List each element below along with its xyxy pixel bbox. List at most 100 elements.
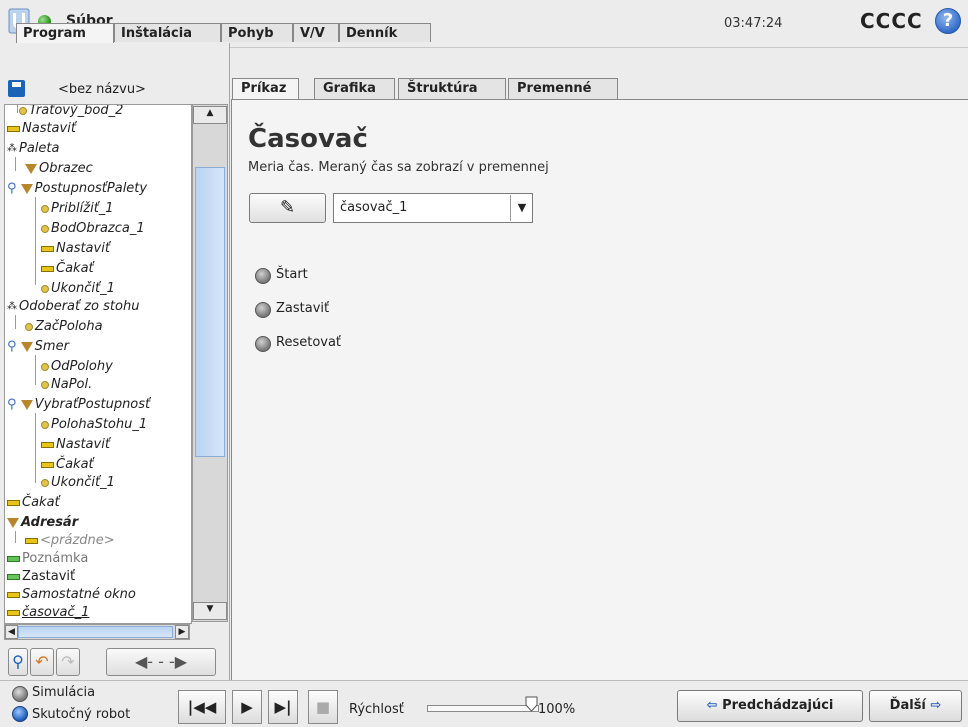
tree-node[interactable]: ⁂ Odoberať zo stohu	[7, 297, 139, 317]
play-icon[interactable]: ▶	[232, 690, 262, 724]
tree-node[interactable]: Nastaviť	[41, 239, 110, 259]
save-icon[interactable]	[8, 80, 25, 97]
speed-slider-knob[interactable]	[525, 696, 538, 712]
expand-icon[interactable]: ⚲	[7, 397, 17, 412]
tree-node[interactable]: Zastaviť	[7, 567, 75, 587]
tree-node[interactable]: Nastaviť	[7, 119, 76, 139]
tree-node[interactable]: Priblížiť_1	[41, 199, 114, 219]
scroll-right-icon[interactable]: ▶	[175, 625, 189, 639]
wait-icon	[41, 265, 54, 272]
timer-variable-value: časovač_1	[340, 200, 408, 215]
tab-io[interactable]: V/V	[293, 23, 339, 42]
start-radio-label: Štart	[276, 267, 308, 282]
move-node-icon[interactable]: ◀- - -▶	[106, 648, 216, 676]
speed-slider[interactable]	[427, 705, 539, 712]
tree-node[interactable]: ZačPoloha	[25, 317, 103, 337]
tree-node-selected[interactable]: časovač_1	[7, 603, 89, 623]
scroll-left-icon[interactable]: ◀	[5, 625, 18, 639]
previous-button[interactable]: ⇦ Predchádzajúci	[677, 690, 863, 722]
popup-icon	[7, 591, 20, 598]
tree-node-label: Čakať	[56, 261, 94, 276]
tree-node[interactable]: Poznámka	[7, 549, 88, 569]
skip-back-icon[interactable]: |◀◀	[178, 690, 226, 724]
tree-node-label: Ukončiť_1	[51, 281, 115, 296]
direction-icon	[20, 341, 33, 352]
stop-icon[interactable]: ■	[308, 690, 338, 724]
tree-node-label: Zastaviť	[22, 569, 76, 584]
tree-node[interactable]: ⁂ Paleta	[7, 139, 59, 159]
arrow-right-icon: ⇨	[930, 698, 942, 713]
tree-node[interactable]: ⚲ PostupnosťPalety	[7, 179, 147, 199]
tab-installation[interactable]: Inštalácia	[114, 23, 221, 42]
undo-icon[interactable]: ↶	[30, 648, 54, 676]
tree-node-label: Priblížiť_1	[51, 201, 114, 216]
sequence-icon	[20, 183, 33, 194]
wait-icon	[7, 499, 20, 506]
robot-name: CCCC	[860, 9, 923, 33]
simulation-label: Simulácia	[32, 685, 96, 700]
tree-node[interactable]: Čakať	[7, 493, 60, 513]
tree-node[interactable]: BodObrazca_1	[41, 219, 145, 239]
tree-node[interactable]: Ukončiť_1	[41, 279, 115, 299]
tree-hscroll-thumb[interactable]	[18, 626, 173, 638]
search-icon[interactable]: ⚲	[8, 648, 28, 676]
page-title: Časovač	[248, 124, 368, 154]
tab-variables[interactable]: Premenné	[508, 78, 618, 99]
pattern-icon	[25, 163, 37, 174]
tree-node[interactable]: Samostatné okno	[7, 585, 136, 605]
tree-node-label: Poznámka	[22, 551, 89, 566]
tree-node[interactable]: NaPol.	[41, 375, 92, 395]
tree-node[interactable]: Obrazec	[25, 159, 93, 179]
tree-node-label: <prázdne>	[40, 533, 115, 548]
tree-scroll-thumb[interactable]	[195, 167, 225, 457]
tree-node[interactable]: PolohaStohu_1	[41, 415, 147, 435]
tree-node-label: BodObrazca_1	[51, 221, 145, 236]
tree-node-label: Čakať	[22, 495, 60, 510]
tree-node-label: Adresár	[21, 515, 79, 530]
tree-node-label: časovač_1	[22, 605, 90, 620]
step-forward-icon[interactable]: ▶|	[268, 690, 298, 724]
tab-move[interactable]: Pohyb	[221, 23, 293, 42]
tree-node[interactable]: Nastaviť	[41, 435, 110, 455]
help-icon[interactable]: ?	[935, 8, 961, 34]
pallet-icon: ⁂	[7, 143, 17, 154]
tree-node-label: PostupnosťPalety	[34, 181, 148, 196]
tree-node[interactable]: Adresár	[7, 513, 78, 533]
tab-log[interactable]: Denník	[339, 23, 431, 42]
redo-icon[interactable]: ↷	[56, 648, 80, 676]
tree-node-label: Nastaviť	[56, 241, 110, 256]
tree-node[interactable]: OdPolohy	[41, 357, 113, 377]
tab-structure[interactable]: Štruktúra	[398, 78, 506, 99]
reset-radio[interactable]	[255, 336, 271, 352]
tree-node-label: NaPol.	[51, 377, 93, 392]
reset-radio-label: Resetovať	[276, 335, 342, 350]
tree-node[interactable]: ⚲ VybraťPostupnosť	[7, 395, 150, 415]
waypoint-icon	[41, 224, 49, 233]
tree-node[interactable]: Ukončiť_1	[41, 473, 115, 493]
expand-icon[interactable]: ⚲	[7, 339, 17, 354]
scroll-up-icon[interactable]: ▲	[193, 106, 227, 124]
waypoint-icon	[41, 204, 49, 213]
tree-node[interactable]: Čakať	[41, 259, 94, 279]
dropdown-arrow-icon[interactable]: ▼	[510, 195, 533, 221]
scroll-down-icon[interactable]: ▼	[193, 602, 227, 620]
simulation-radio[interactable]	[12, 686, 28, 702]
tree-node[interactable]: ⚲ Smer	[7, 337, 69, 357]
tree-node-label: Odoberať zo stohu	[19, 299, 140, 314]
tree-node-label: Ukončiť_1	[51, 475, 115, 490]
start-radio[interactable]	[255, 268, 271, 284]
expand-icon[interactable]: ⚲	[7, 181, 17, 196]
tab-program[interactable]: Program	[16, 23, 114, 44]
next-button[interactable]: Ďalší ⇨	[869, 690, 962, 722]
tree-node-label: ZačPoloha	[35, 319, 103, 334]
tree-node-label: Traťový_bod_2	[29, 104, 124, 118]
previous-button-label: Predchádzajúci	[722, 698, 834, 713]
tab-graphics[interactable]: Grafika	[314, 78, 395, 99]
edit-variable-button[interactable]: ✎	[249, 193, 326, 223]
tree-node[interactable]: <prázdne>	[25, 531, 115, 551]
real-robot-radio[interactable]	[12, 706, 28, 722]
tree-node[interactable]: Čakať	[41, 455, 94, 475]
stop-radio[interactable]	[255, 302, 271, 318]
tab-command[interactable]: Príkaz	[232, 78, 299, 99]
empty-icon	[25, 537, 38, 544]
